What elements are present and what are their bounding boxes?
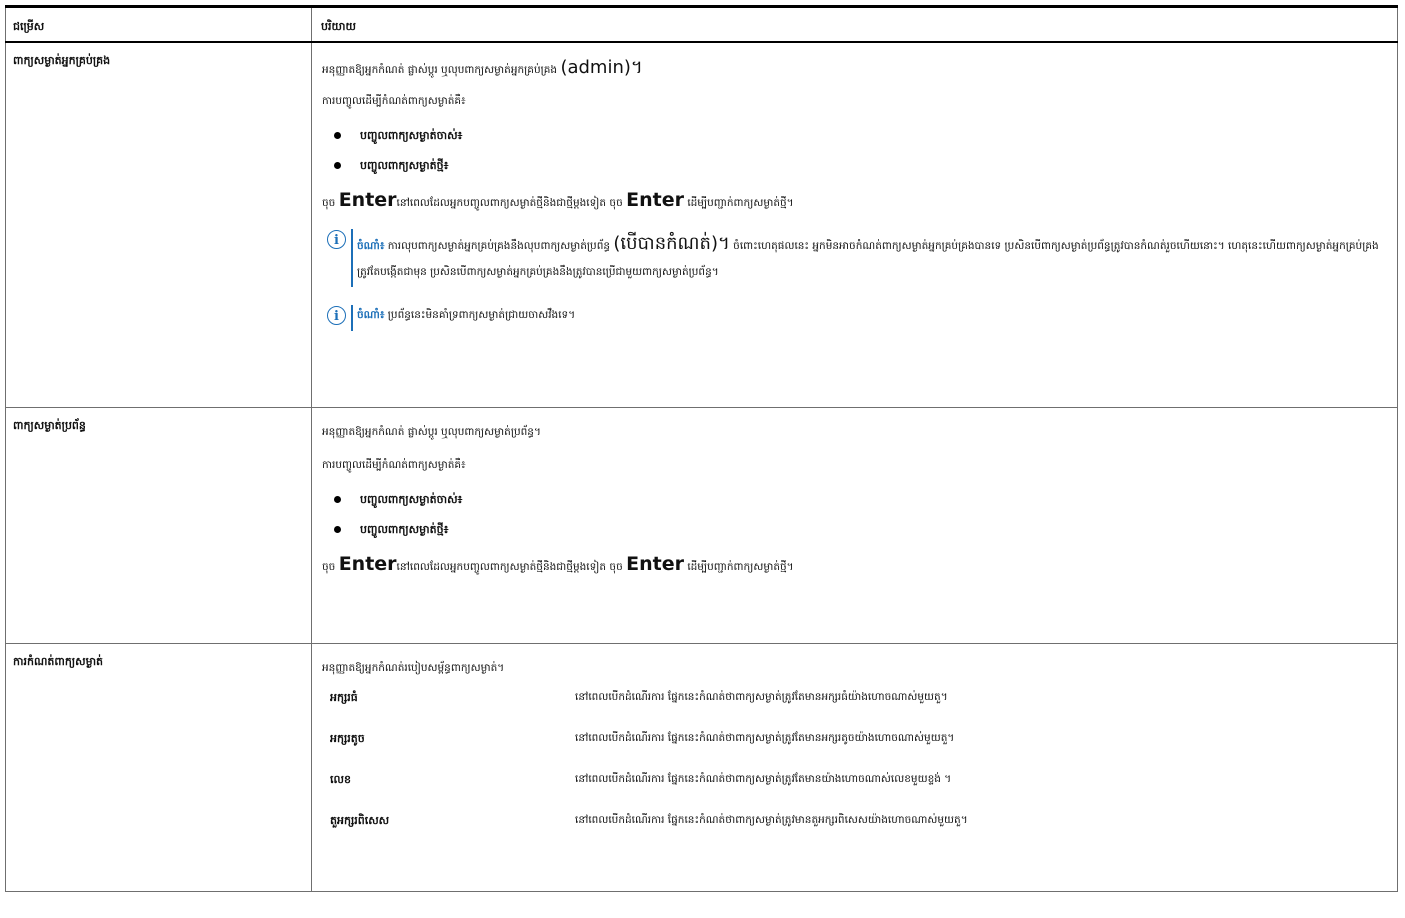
bullet-dot-icon [334, 131, 341, 139]
instruction-end: ដើម្បីបញ្ជាក់ពាក្យសម្ងាត់ថ្មី។ [687, 196, 794, 209]
bullet-dot-icon [334, 161, 341, 169]
list-item: បញ្ចូលពាក្យសម្ងាត់ចាស់៖ [322, 491, 1397, 508]
option-description: អនុញ្ញាតឱ្យអ្នកកំណត់ ផ្លាស់ប្ដូរ ឬលុបពាក… [311, 41, 1398, 408]
system-enter-instructions: ចុច Enterនៅពេលដែលអ្នកបញ្ចូលពាក្យសម្ងាត់ថ… [322, 552, 1397, 579]
list-item: អក្សរធំ នៅពេលបើកដំណើរការ ផ្នែកនេះកំណត់ថា… [322, 691, 968, 732]
enter-key: Enter [626, 188, 684, 211]
bullet-text: បញ្ចូលពាក្យសម្ងាត់ចាស់៖ [360, 128, 463, 142]
option-name: ពាក្យសម្ងាត់ប្រព័ន្ធ [5, 407, 312, 644]
list-item: បញ្ចូលពាក្យសម្ងាត់ថ្មី៖ [322, 157, 1397, 174]
instruction-text: នៅពេលដែលអ្នកបញ្ចូលពាក្យសម្ងាត់ថ្មីនិងជាថ… [396, 561, 623, 573]
config-items: អក្សរធំ នៅពេលបើកដំណើរការ ផ្នែកនេះកំណត់ថា… [322, 691, 968, 855]
list-item: លេខ នៅពេលបើកដំណើរការ ផ្នែកនេះកំណត់ថាពាក្… [322, 773, 968, 814]
options-table: ជម្រើស បរិយាយ ពាក្យសម្ងាត់អ្នកគ្រប់គ្រង … [5, 5, 1398, 892]
option-description: អនុញ្ញាតឱ្យអ្នកកំណត់របៀបសម្ព័ន្ធពាក្យសម្… [311, 643, 1398, 892]
config-item-name: លេខ [330, 773, 351, 786]
table-row-system-password: ពាក្យសម្ងាត់ប្រព័ន្ធ អនុញ្ញាតឱ្យអ្នកកំណត… [5, 407, 1398, 644]
config-desc: អនុញ្ញាតឱ្យអ្នកកំណត់របៀបសម្ព័ន្ធពាក្យសម្… [322, 662, 505, 674]
admin-desc-abbr: (admin)។ [560, 56, 643, 78]
table-row-admin-password: ពាក្យសម្ងាត់អ្នកគ្រប់គ្រង អនុញ្ញាតឱ្យអ្ន… [5, 41, 1398, 408]
note-text: ចំណាំ៖ ការលុបពាក្យសម្ងាត់អ្នកគ្រប់គ្រងនឹ… [357, 231, 1397, 285]
config-item-desc: នៅពេលបើកដំណើរការ ផ្នែកនេះកំណត់ថាពាក្យសម្… [575, 773, 952, 785]
note-bar [351, 228, 353, 287]
option-description: អនុញ្ញាតឱ្យអ្នកកំណត់ ផ្លាស់ប្ដូរ ឬលុបពាក… [311, 407, 1398, 644]
note-text-a: ការលុបពាក្យសម្ងាត់អ្នកគ្រប់គ្រងនឹងលុបពាក… [387, 239, 611, 252]
system-entry-intro: ការបញ្ចូលដើម្បីកំណត់ពាក្យសម្ងាត់គឺ៖ [322, 459, 466, 471]
config-item-name: តួអក្សរពិសេស [330, 814, 390, 827]
header-description: បរិយាយ [311, 5, 1398, 43]
note-text: ចំណាំ៖ ប្រព័ន្ធនេះមិនគាំទ្រពាក្យសម្ងាត់ជ… [357, 307, 1397, 324]
bullet-text: បញ្ចូលពាក្យសម្ងាត់ចាស់៖ [360, 493, 463, 506]
option-name: ការកំណត់ពាក្យសម្ងាត់ [5, 643, 312, 892]
list-item: អក្សរតូច នៅពេលបើកដំណើរការ ផ្នែកនេះកំណត់ថ… [322, 732, 968, 773]
note-text-b: (បើបានកំណត់)។ [613, 232, 730, 254]
admin-desc: អនុញ្ញាតឱ្យអ្នកកំណត់ ផ្លាស់ប្ដូរ ឬលុបពាក… [322, 56, 1397, 79]
bullet-text: បញ្ចូលពាក្យសម្ងាត់ថ្មី៖ [360, 158, 449, 172]
note-bar [351, 304, 353, 331]
config-item-name: អក្សរតូច [330, 732, 365, 745]
system-desc: អនុញ្ញាតឱ្យអ្នកកំណត់ ផ្លាស់ប្ដូរ ឬលុបពាក… [322, 426, 541, 438]
bullet-dot-icon [334, 496, 341, 503]
info-circle-icon: i [327, 305, 346, 325]
press-text: ចុច [322, 196, 336, 209]
info-circle-icon: i [327, 229, 346, 249]
list-item: តួអក្សរពិសេស នៅពេលបើកដំណើរការ ផ្នែកនេះកំ… [322, 814, 968, 855]
admin-desc-text: អនុញ្ញាតឱ្យអ្នកកំណត់ ផ្លាស់ប្ដូរ ឬលុបពាក… [322, 63, 558, 76]
list-item: បញ្ចូលពាក្យសម្ងាត់ថ្មី៖ [322, 521, 1397, 538]
instruction-end: ដើម្បីបញ្ជាក់ពាក្យសម្ងាត់ថ្មី។ [687, 561, 794, 573]
bullet-dot-icon [334, 526, 341, 533]
bullet-text: បញ្ចូលពាក្យសម្ងាត់ថ្មី៖ [360, 523, 449, 536]
note-text-body: ប្រព័ន្ធនេះមិនគាំទ្រពាក្យសម្ងាត់ជ្រាយចាស… [387, 308, 576, 321]
table-row-password-configuration: ការកំណត់ពាក្យសម្ងាត់ អនុញ្ញាតឱ្យអ្នកកំណត… [5, 643, 1398, 892]
admin-enter-instructions: ចុច Enterនៅពេលដែលអ្នកបញ្ចូលពាក្យសម្ងាត់ថ… [322, 188, 1397, 215]
enter-key: Enter [626, 553, 684, 575]
list-item: បញ្ចូលពាក្យសម្ងាត់ចាស់៖ [322, 127, 1397, 144]
config-item-desc: នៅពេលបើកដំណើរការ ផ្នែកនេះកំណត់ថាពាក្យសម្… [575, 814, 968, 826]
note-text-c: ចំពោះហេតុផលនេះ អ្នកមិនអាចកំណត់ពាក្យសម្ងា… [733, 239, 1225, 252]
enter-key: Enter [338, 553, 397, 575]
note-block: i ចំណាំ៖ ការលុបពាក្យសម្ងាត់អ្នកគ្រប់គ្រង… [322, 228, 1397, 287]
header-option: ជម្រើស [5, 5, 312, 43]
enter-key: Enter [338, 188, 397, 211]
note-label: ចំណាំ៖ [357, 239, 385, 252]
note-label: ចំណាំ៖ [357, 308, 385, 321]
config-item-desc: នៅពេលបើកដំណើរការ ផ្នែកនេះកំណត់ថាពាក្យសម្… [575, 732, 955, 744]
press-text: ចុច [322, 561, 336, 573]
instruction-text: នៅពេលដែលអ្នកបញ្ចូលពាក្យសម្ងាត់ថ្មីនិងជាថ… [396, 196, 623, 209]
option-name: ពាក្យសម្ងាត់អ្នកគ្រប់គ្រង [5, 41, 312, 408]
header-row: ជម្រើស បរិយាយ [5, 5, 1398, 43]
note-block: i ចំណាំ៖ ប្រព័ន្ធនេះមិនគាំទ្រពាក្យសម្ងាត… [322, 304, 1397, 331]
admin-entry-intro: ការបញ្ចូលដើម្បីកំណត់ពាក្យសម្ងាត់គឺ៖ [322, 94, 466, 107]
config-item-name: អក្សរធំ [330, 691, 358, 704]
config-item-desc: នៅពេលបើកដំណើរការ ផ្នែកនេះកំណត់ថាពាក្យសម្… [575, 691, 948, 703]
